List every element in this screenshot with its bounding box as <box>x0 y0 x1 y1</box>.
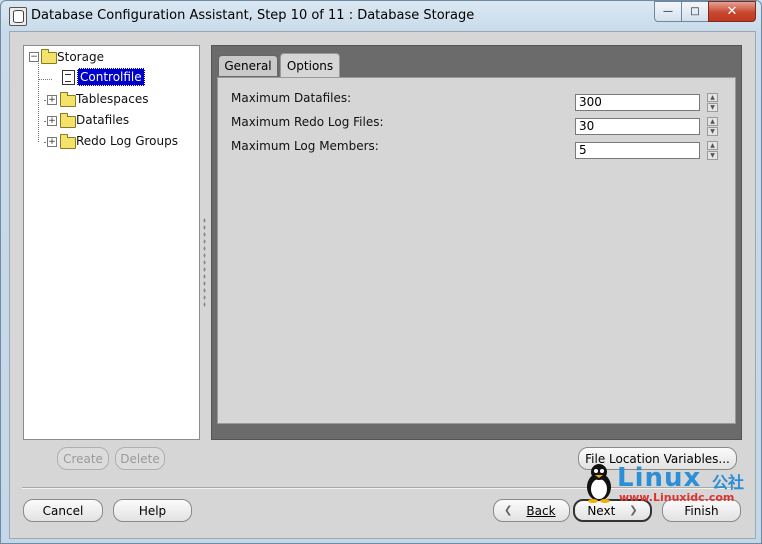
max-datafiles-spinner[interactable]: ▲ ▼ <box>707 93 718 113</box>
detail-panel: General Options Maximum Datafiles: ▲ ▼ M… <box>211 45 742 440</box>
tab-options[interactable]: Options <box>280 53 340 77</box>
title-bar[interactable]: Database Configuration Assistant, Step 1… <box>1 1 761 31</box>
delete-button[interactable]: Delete <box>115 447 165 470</box>
max-log-members-label: Maximum Log Members: <box>231 139 379 153</box>
max-log-members-input[interactable] <box>575 142 700 159</box>
collapse-icon[interactable]: − <box>29 52 39 62</box>
penguin-logo-icon <box>587 464 611 503</box>
tree-label-datafiles: Datafiles <box>76 113 130 127</box>
storage-tree[interactable]: − Storage Controlfile + Tablespaces + Da… <box>23 45 200 440</box>
expand-icon[interactable]: + <box>47 95 57 105</box>
spin-up-icon[interactable]: ▲ <box>707 117 718 126</box>
tree-label-controlfile: Controlfile <box>77 68 145 86</box>
chevron-left-icon: ❮ <box>504 505 513 516</box>
window-title: Database Configuration Assistant, Step 1… <box>31 8 475 23</box>
spin-down-icon[interactable]: ▼ <box>707 151 718 160</box>
spin-down-icon[interactable]: ▼ <box>707 103 718 112</box>
spin-down-icon[interactable]: ▼ <box>707 127 718 136</box>
database-app-icon <box>9 7 27 26</box>
minimize-button[interactable]: — <box>654 1 682 22</box>
tree-label-tablespaces: Tablespaces <box>76 92 149 106</box>
close-icon: ✕ <box>726 4 738 19</box>
maximize-icon: □ <box>690 6 700 17</box>
options-tab-content: Maximum Datafiles: ▲ ▼ Maximum Redo Log … <box>217 77 736 424</box>
close-button[interactable]: ✕ <box>708 1 756 22</box>
help-button[interactable]: Help <box>113 499 192 522</box>
tree-connector <box>38 79 52 80</box>
folder-icon <box>60 92 76 107</box>
tree-label-storage: Storage <box>57 50 104 64</box>
chevron-right-icon: ❯ <box>629 505 638 516</box>
button-separator <box>22 487 742 489</box>
pane-splitter[interactable] <box>203 217 206 307</box>
next-button-label: Next <box>587 503 616 518</box>
expand-icon[interactable]: + <box>47 116 57 126</box>
max-redo-log-files-spinner[interactable]: ▲ ▼ <box>707 117 718 137</box>
finish-button[interactable]: Finish <box>662 499 741 522</box>
controlfile-icon <box>62 70 75 85</box>
tree-label-redo-log-groups: Redo Log Groups <box>76 134 178 148</box>
spin-up-icon[interactable]: ▲ <box>707 141 718 150</box>
max-log-members-spinner[interactable]: ▲ ▼ <box>707 141 718 161</box>
cancel-button[interactable]: Cancel <box>23 499 103 522</box>
tab-general[interactable]: General <box>218 55 278 76</box>
max-redo-log-files-label: Maximum Redo Log Files: <box>231 115 384 129</box>
create-button[interactable]: Create <box>57 447 109 470</box>
back-button-label: Back <box>526 503 556 518</box>
dbca-window: Database Configuration Assistant, Step 1… <box>0 0 762 544</box>
folder-icon <box>60 113 76 128</box>
max-redo-log-files-input[interactable] <box>575 118 700 135</box>
tree-connector <box>38 60 39 142</box>
spin-up-icon[interactable]: ▲ <box>707 93 718 102</box>
folder-icon <box>60 134 76 149</box>
expand-icon[interactable]: + <box>47 137 57 147</box>
max-datafiles-label: Maximum Datafiles: <box>231 91 352 105</box>
minimize-icon: — <box>663 6 673 17</box>
max-datafiles-input[interactable] <box>575 94 700 111</box>
folder-open-icon <box>41 49 57 64</box>
client-area: − Storage Controlfile + Tablespaces + Da… <box>9 31 756 539</box>
back-button[interactable]: ❮ Back <box>493 499 570 522</box>
maximize-button[interactable]: □ <box>681 1 709 22</box>
